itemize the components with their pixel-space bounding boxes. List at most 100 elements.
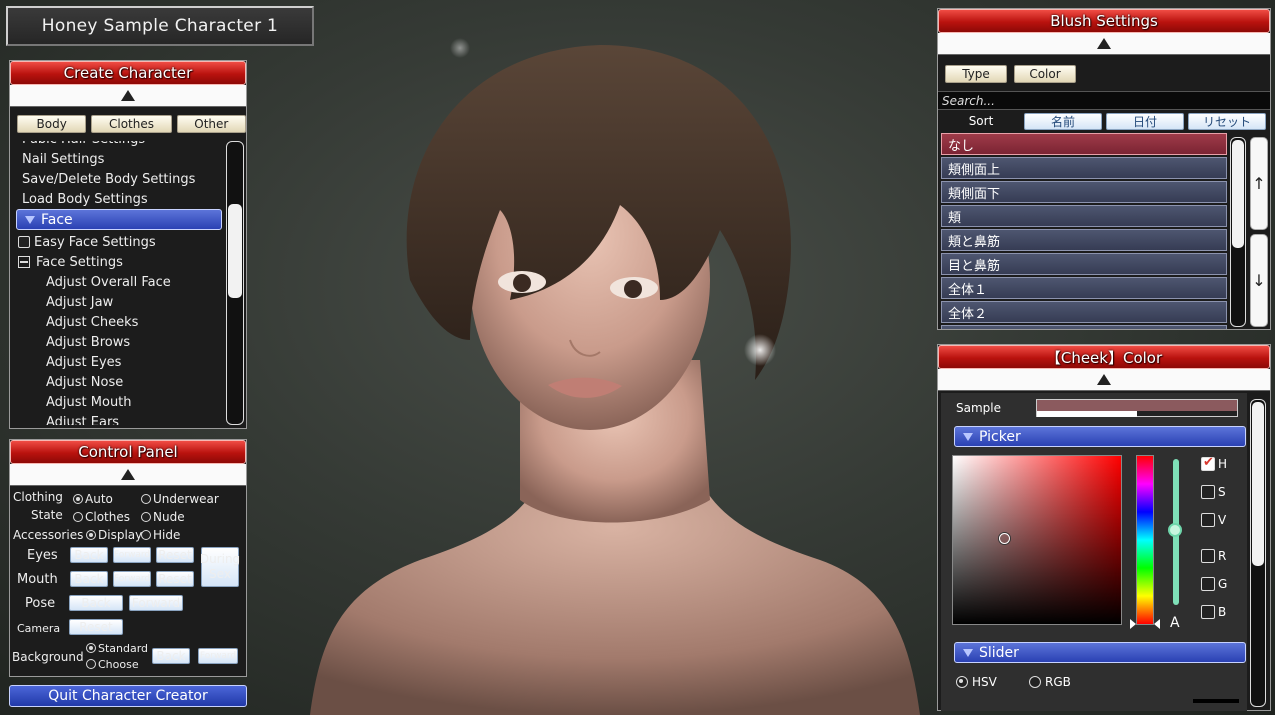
- blush-list: なし 頬側面上 頬側面下 頬 頬と鼻筋 目と鼻筋 全体１ 全体２: [938, 133, 1270, 329]
- eyes-reset-button[interactable]: Reset: [156, 547, 194, 563]
- tree-item-easy-face[interactable]: Easy Face Settings: [18, 232, 171, 252]
- background-back-button[interactable]: Back: [152, 648, 190, 664]
- list-item[interactable]: 頬: [941, 205, 1227, 227]
- saturation-value-picker[interactable]: [952, 455, 1122, 625]
- list-item[interactable]: 頬側面上: [941, 157, 1227, 179]
- radio-nude[interactable]: Nude: [141, 510, 185, 524]
- tab-body[interactable]: Body: [17, 115, 87, 133]
- tree-item-adjust-brows[interactable]: Adjust Brows: [46, 332, 171, 352]
- blush-list-scrollbar[interactable]: [1230, 137, 1246, 327]
- picker-cursor-icon[interactable]: [999, 533, 1010, 544]
- eyes-forward-button[interactable]: Forward: [113, 547, 151, 563]
- section-face-label: Face: [41, 211, 73, 228]
- list-item[interactable]: 全体２: [941, 301, 1227, 323]
- control-collapse-button[interactable]: [10, 464, 246, 486]
- tab-other[interactable]: Other: [176, 115, 247, 133]
- tree-item-adjust-nose[interactable]: Adjust Nose: [46, 372, 171, 392]
- checkbox-icon[interactable]: [18, 236, 30, 248]
- tab-color[interactable]: Color: [1014, 65, 1076, 83]
- tree-item-save-delete[interactable]: Save/Delete Body Settings: [22, 169, 195, 189]
- list-item[interactable]: 目と鼻筋: [941, 253, 1227, 275]
- radio-icon: [956, 676, 968, 688]
- list-item[interactable]: なし: [941, 133, 1227, 155]
- tree-item-face-settings[interactable]: Face Settings: [18, 252, 171, 272]
- hue-slider[interactable]: [1130, 455, 1160, 629]
- tree-item-adjust-overall-face[interactable]: Adjust Overall Face: [46, 272, 171, 292]
- list-item[interactable]: [941, 325, 1227, 329]
- radio-icon: [73, 512, 83, 522]
- mouth-forward-button[interactable]: Forward: [113, 571, 151, 587]
- list-item[interactable]: 全体１: [941, 277, 1227, 299]
- radio-auto[interactable]: Auto: [73, 492, 113, 506]
- scroll-up-arrow-icon[interactable]: ↑: [1250, 137, 1268, 230]
- pose-forward-button[interactable]: Forward: [129, 595, 183, 611]
- tree-scrollbar-thumb[interactable]: [228, 204, 242, 298]
- during-sex-button[interactable]: During Sex: [200, 547, 240, 587]
- sort-name-button[interactable]: 名前: [1024, 112, 1102, 130]
- camera-reset-button[interactable]: Reset: [69, 619, 123, 635]
- radio-clothes[interactable]: Clothes: [73, 510, 130, 524]
- tree-item-adjust-cheeks[interactable]: Adjust Cheeks: [46, 312, 171, 332]
- tree-item-load[interactable]: Load Body Settings: [22, 189, 195, 209]
- tree-item-adjust-eyes[interactable]: Adjust Eyes: [46, 352, 171, 372]
- hue-arrow-left-icon: [1130, 619, 1136, 629]
- list-item[interactable]: 頬と鼻筋: [941, 229, 1227, 251]
- cheek-color-scrollbar-thumb[interactable]: [1252, 402, 1264, 566]
- triangle-down-icon: [25, 215, 35, 224]
- tree-item-nail[interactable]: Nail Settings: [22, 149, 195, 169]
- camera-label: Camera: [17, 622, 61, 635]
- sort-row: Sort 名前 日付 リセット: [938, 110, 1270, 132]
- search-input[interactable]: Search...: [938, 91, 1270, 110]
- tab-type[interactable]: Type: [945, 65, 1007, 83]
- alpha-slider-thumb[interactable]: [1168, 523, 1182, 537]
- quit-character-creator-button[interactable]: Quit Character Creator: [9, 685, 247, 707]
- mode-rgb-radio[interactable]: RGB: [1029, 675, 1071, 689]
- radio-hide[interactable]: Hide: [141, 528, 180, 542]
- channel-v-checkbox[interactable]: V: [1201, 513, 1226, 527]
- channel-g-checkbox[interactable]: G: [1201, 577, 1227, 591]
- radio-underwear[interactable]: Underwear: [141, 492, 219, 506]
- cheek-collapse-button[interactable]: [938, 369, 1270, 391]
- channel-b-checkbox[interactable]: B: [1201, 605, 1226, 619]
- checkbox-checked-icon: [1201, 455, 1215, 471]
- radio-display[interactable]: Display: [86, 528, 142, 542]
- channel-h-checkbox[interactable]: H: [1201, 455, 1227, 471]
- tree-item-pubic-hair[interactable]: Pubic Hair Settings: [22, 141, 195, 149]
- channel-r-checkbox[interactable]: R: [1201, 549, 1226, 563]
- mode-hsv-radio[interactable]: HSV: [956, 675, 997, 689]
- sort-reset-button[interactable]: リセット: [1188, 112, 1266, 130]
- collapse-minus-icon[interactable]: [18, 256, 30, 268]
- checkbox-icon: [1201, 605, 1215, 619]
- blush-list-scrollbar-thumb[interactable]: [1232, 140, 1244, 248]
- cheek-color-scrollbar[interactable]: [1250, 399, 1266, 707]
- create-character-header: Create Character: [10, 61, 246, 85]
- tree-item-adjust-mouth[interactable]: Adjust Mouth: [46, 392, 171, 412]
- section-face[interactable]: Face: [16, 209, 222, 230]
- tree-item-adjust-jaw[interactable]: Adjust Jaw: [46, 292, 171, 312]
- checkbox-icon: [1201, 549, 1215, 563]
- state-label: State: [31, 508, 63, 522]
- mouth-reset-button[interactable]: Reset: [156, 571, 194, 587]
- triangle-up-icon: [1097, 374, 1111, 385]
- blush-collapse-button[interactable]: [938, 33, 1270, 55]
- picker-section[interactable]: Picker: [954, 426, 1246, 447]
- sort-date-button[interactable]: 日付: [1106, 112, 1184, 130]
- radio-choose[interactable]: Choose: [86, 658, 139, 671]
- slider-section[interactable]: Slider: [954, 642, 1246, 663]
- list-item[interactable]: 頬側面下: [941, 181, 1227, 203]
- tree-scrollbar[interactable]: [226, 141, 244, 425]
- channel-s-checkbox[interactable]: S: [1201, 485, 1226, 499]
- eyes-back-button[interactable]: Back: [70, 547, 108, 563]
- mouth-back-button[interactable]: Back: [70, 571, 108, 587]
- divider: [1193, 699, 1239, 703]
- tab-clothes[interactable]: Clothes: [91, 115, 172, 133]
- settings-tree: Pubic Hair Settings Nail Settings Save/D…: [16, 141, 228, 425]
- background-label: Background: [12, 650, 84, 664]
- radio-standard[interactable]: Standard: [86, 642, 148, 655]
- alpha-slider[interactable]: [1168, 459, 1182, 605]
- scroll-down-arrow-icon[interactable]: ↓: [1250, 234, 1268, 327]
- pose-back-button[interactable]: Back: [69, 595, 123, 611]
- background-forward-button[interactable]: Forward: [198, 648, 238, 664]
- collapse-button[interactable]: [10, 85, 246, 107]
- tree-item-adjust-ears[interactable]: Adjust Ears: [46, 412, 171, 426]
